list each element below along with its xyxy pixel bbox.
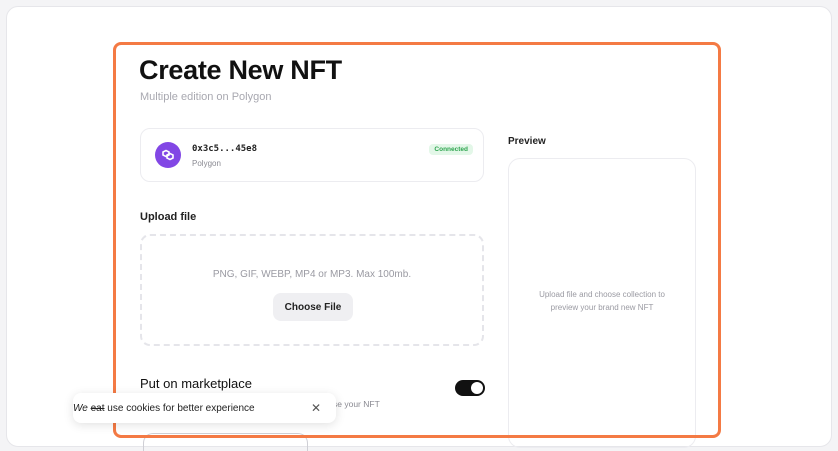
marketplace-title: Put on marketplace xyxy=(140,376,253,391)
marketplace-toggle[interactable] xyxy=(455,380,485,396)
polygon-logo-icon xyxy=(155,142,181,168)
price-input-partial[interactable] xyxy=(143,433,308,451)
file-dropzone[interactable]: PNG, GIF, WEBP, MP4 or MP3. Max 100mb. C… xyxy=(140,234,484,346)
preview-placeholder: Upload file and choose collection to pre… xyxy=(539,290,665,312)
cookie-text-prefix: We xyxy=(73,402,91,414)
preview-label: Preview xyxy=(508,136,546,147)
page-subtitle: Multiple edition on Polygon xyxy=(140,91,272,103)
close-icon[interactable]: ✕ xyxy=(311,400,321,416)
cookie-text-struck: eat xyxy=(90,402,105,414)
cookie-text: We eat use cookies for better experience xyxy=(73,403,255,414)
cookie-text-suffix: use cookies for better experience xyxy=(104,402,255,414)
wallet-address: 0x3c5...45e8 xyxy=(192,144,258,154)
wallet-network: Polygon xyxy=(192,159,221,168)
choose-file-button[interactable]: Choose File xyxy=(273,293,353,321)
dropzone-hint: PNG, GIF, WEBP, MP4 or MP3. Max 100mb. xyxy=(212,269,412,280)
page-title: Create New NFT xyxy=(139,55,342,85)
connected-status-badge: Connected xyxy=(429,144,473,155)
cookie-banner: We eat use cookies for better experience… xyxy=(73,393,336,423)
wallet-card[interactable]: 0x3c5...45e8 Polygon Connected xyxy=(140,128,484,182)
toggle-knob xyxy=(471,382,483,394)
upload-file-label: Upload file xyxy=(140,211,197,223)
preview-card: Upload file and choose collection to pre… xyxy=(508,158,696,448)
marketplace-description: se your NFT xyxy=(333,399,380,409)
app-window xyxy=(6,6,832,447)
